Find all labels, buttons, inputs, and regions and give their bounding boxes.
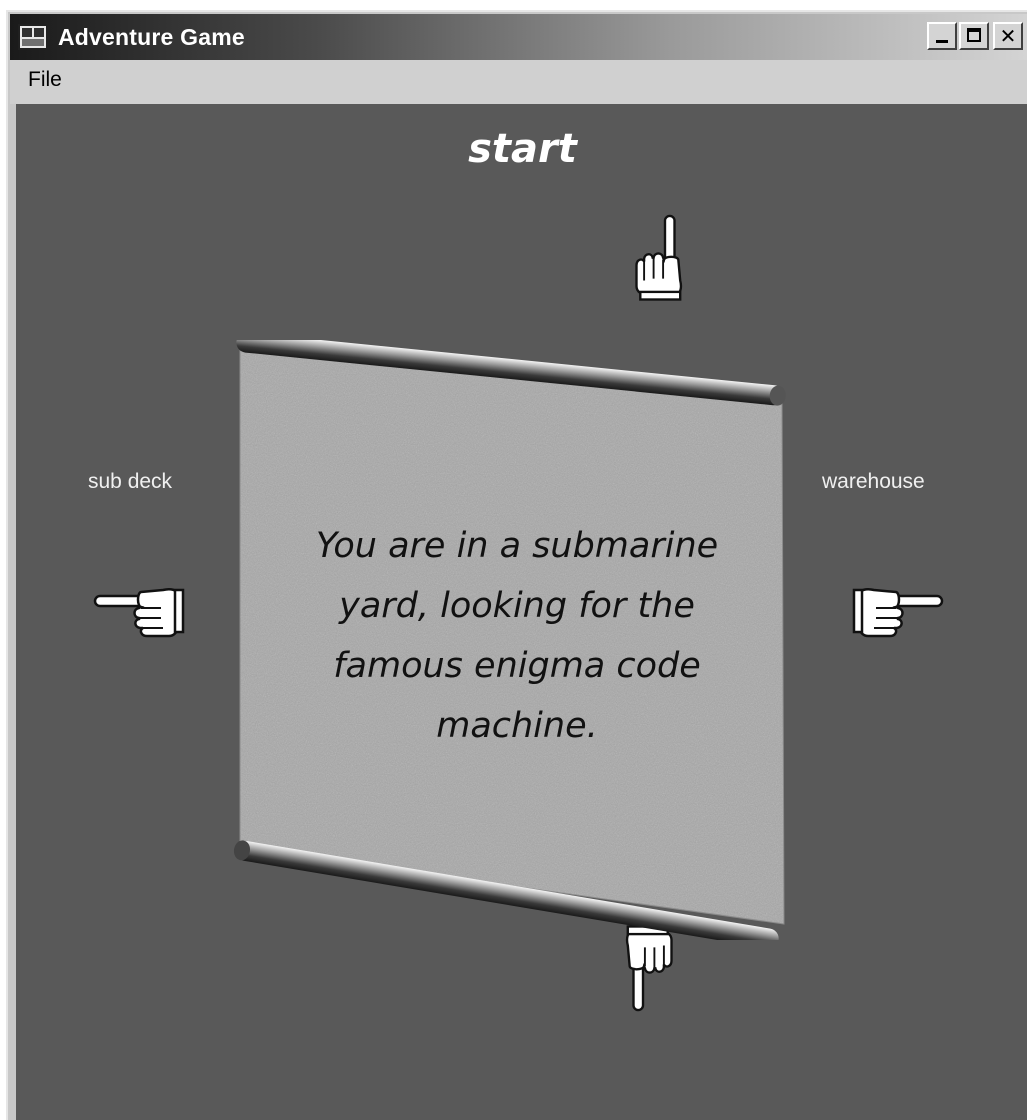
description-scroll: You are in a submarine yard, looking for…	[232, 340, 792, 940]
minimize-icon	[936, 40, 948, 43]
menu-file[interactable]: File	[28, 68, 62, 92]
menu-bar: File	[10, 60, 1027, 104]
go-north-button[interactable]	[626, 212, 686, 309]
maximize-icon	[967, 28, 981, 42]
close-icon: ✕	[999, 24, 1017, 48]
go-west-button[interactable]	[88, 584, 188, 645]
minimize-button[interactable]	[927, 22, 957, 50]
close-button[interactable]: ✕	[993, 22, 1023, 50]
app-window: Adventure Game ✕ File start sub deck war…	[6, 10, 1027, 1120]
room-description: You are in a submarine yard, looking for…	[315, 526, 719, 746]
pointing-hand-left-icon	[93, 587, 185, 638]
exit-label-west: sub deck	[88, 470, 173, 493]
go-east-button[interactable]	[850, 584, 950, 645]
game-area: start sub deck warehouse You are in a su…	[16, 104, 1027, 1120]
title-bar[interactable]: Adventure Game ✕	[10, 14, 1027, 60]
exit-label-east: warehouse	[822, 470, 925, 493]
app-icon[interactable]	[18, 24, 48, 50]
window-title: Adventure Game	[58, 24, 245, 50]
pointing-hand-up-icon	[635, 214, 683, 301]
room-title: start	[468, 126, 577, 172]
maximize-button[interactable]	[959, 22, 989, 50]
pointing-hand-right-icon	[852, 587, 944, 638]
